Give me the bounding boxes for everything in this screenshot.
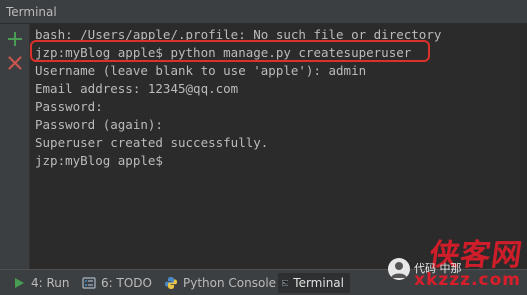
close-icon — [8, 56, 22, 70]
tool-window-header: Terminal — [0, 0, 527, 24]
run-icon — [15, 278, 24, 288]
ide-terminal-window: Terminal bash: /Users/apple/.profile: No… — [0, 0, 527, 295]
close-session-button[interactable] — [6, 54, 24, 72]
tab-todo-label: 6: TODO — [101, 276, 152, 290]
tool-window-title: Terminal — [6, 5, 57, 19]
terminal-line: Password: — [35, 99, 103, 114]
terminal-line: bash: /Users/apple/.profile: No such fil… — [35, 27, 442, 42]
tab-run-label: 4: Run — [31, 276, 70, 290]
terminal-prompt-line: jzp:myBlog apple$ — [35, 153, 171, 168]
tab-todo[interactable]: 6: TODO — [78, 273, 158, 293]
tab-python-console-label: Python Console — [183, 276, 277, 290]
terminal-icon — [282, 280, 289, 286]
tab-run[interactable]: 4: Run — [8, 273, 76, 293]
tab-terminal-label: Terminal — [293, 276, 344, 290]
terminal-line: Password (again): — [35, 117, 163, 132]
tool-window-bar: 4: Run 6: TODO Python Console Terminal — [0, 269, 527, 295]
terminal-line: Email address: 12345@qq.com — [35, 81, 239, 96]
terminal-side-toolbar — [0, 24, 30, 269]
plus-icon — [8, 32, 22, 46]
tab-python-console[interactable]: Python Console — [160, 273, 282, 293]
tab-terminal[interactable]: Terminal — [278, 273, 350, 293]
todo-icon — [82, 277, 96, 289]
terminal-output[interactable]: bash: /Users/apple/.profile: No such fil… — [30, 24, 527, 269]
python-icon — [165, 277, 177, 289]
new-session-button[interactable] — [6, 30, 24, 48]
terminal-command-line: jzp:myBlog apple$ python manage.py creat… — [35, 45, 412, 60]
terminal-line: Username (leave blank to use 'apple'): a… — [35, 63, 367, 78]
terminal-line: Superuser created successfully. — [35, 135, 269, 150]
